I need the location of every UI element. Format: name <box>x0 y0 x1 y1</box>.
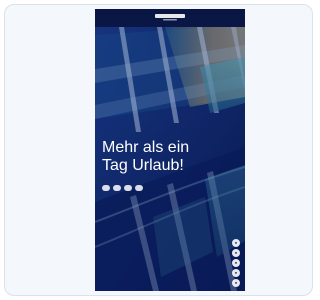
headline-line-2: Tag Urlaub! <box>102 157 184 174</box>
logo-svg <box>155 14 185 21</box>
social-icon-5[interactable]: ● <box>232 279 240 287</box>
social-icon-3[interactable]: ● <box>232 259 240 267</box>
hero-button-1[interactable] <box>102 185 110 191</box>
social-icons: ● ● ● ● ● <box>232 239 242 287</box>
preview-card: Mehr als ein Tag Urlaub! ● ● ● ● ● <box>4 4 313 296</box>
top-bar <box>95 9 245 27</box>
social-icon-4[interactable]: ● <box>232 269 240 277</box>
hero-button-2[interactable] <box>113 185 121 191</box>
social-icon-2[interactable]: ● <box>232 249 240 257</box>
logo-icon[interactable] <box>153 12 187 22</box>
hero-button-row <box>102 185 143 191</box>
hero-button-4[interactable] <box>135 185 143 191</box>
headline-line-1: Mehr als ein <box>102 139 190 156</box>
social-icon-1[interactable]: ● <box>232 239 240 247</box>
website-preview[interactable]: Mehr als ein Tag Urlaub! ● ● ● ● ● <box>95 9 245 291</box>
hero-headline: Mehr als ein Tag Urlaub! <box>102 139 242 175</box>
hero-button-3[interactable] <box>124 185 132 191</box>
